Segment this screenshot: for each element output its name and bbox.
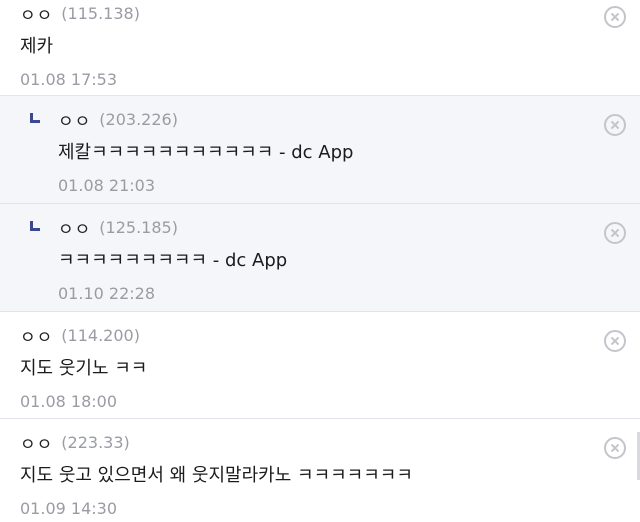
comment-date: 01.10 22:28 [58,284,155,303]
comment-item: ㅇㅇ (115.138) 제카 01.08 17:53 [0,0,640,96]
comment-nickname: ㅇㅇ [20,434,54,455]
comment-text: ㅋㅋㅋㅋㅋㅋㅋㅋㅋ - dc App [58,250,288,271]
comment-ip: (115.138) [61,3,140,23]
delete-comment-icon[interactable] [604,330,626,352]
comment-date: 01.08 21:03 [58,176,155,195]
comment-ip: (203.226) [99,109,178,129]
comment-text: 지도 웃기노 ㅋㅋ [20,358,148,379]
comment-item: ㅇㅇ (114.200) 지도 웃기노 ㅋㅋ 01.08 18:00 [0,312,640,419]
reply-arrow-icon [30,221,40,231]
comment-ip: (223.33) [61,432,130,452]
reply-item: ㅇㅇ (203.226) 제칼ㅋㅋㅋㅋㅋㅋㅋㅋㅋㅋㅋ - dc App 01.0… [0,96,640,204]
comment-author-row: ㅇㅇ (223.33) [20,431,640,455]
comment-author-row: ㅇㅇ (115.138) [20,2,640,26]
delete-comment-icon[interactable] [604,114,626,136]
comment-author-row: ㅇㅇ (203.226) [58,108,640,132]
comment-ip: (125.185) [99,217,178,237]
reply-arrow-icon [30,113,40,123]
comment-item: ㅇㅇ (223.33) 지도 웃고 있으면서 왜 웃지말라카노 ㅋㅋㅋㅋㅋㅋㅋ … [0,419,640,522]
comment-author-row: ㅇㅇ (125.185) [58,216,640,240]
comment-author-row: ㅇㅇ (114.200) [20,324,640,348]
comment-ip: (114.200) [61,325,140,345]
reply-item: ㅇㅇ (125.185) ㅋㅋㅋㅋㅋㅋㅋㅋㅋ - dc App 01.10 22… [0,204,640,312]
comment-text: 제칼ㅋㅋㅋㅋㅋㅋㅋㅋㅋㅋㅋ - dc App [58,142,354,163]
comment-date: 01.09 14:30 [20,499,117,518]
delete-comment-icon[interactable] [604,222,626,244]
comment-date: 01.08 17:53 [20,70,117,89]
comment-list: ㅇㅇ (115.138) 제카 01.08 17:53 ㅇㅇ (203.226)… [0,0,640,522]
comment-nickname: ㅇㅇ [20,5,54,26]
comment-nickname: ㅇㅇ [58,111,92,132]
comment-nickname: ㅇㅇ [20,327,54,348]
comment-date: 01.08 18:00 [20,392,117,411]
delete-comment-icon[interactable] [604,437,626,459]
comment-text: 제카 [20,36,54,57]
delete-comment-icon[interactable] [604,6,626,28]
comment-nickname: ㅇㅇ [58,219,92,240]
comment-text: 지도 웃고 있으면서 왜 웃지말라카노 ㅋㅋㅋㅋㅋㅋㅋ [20,465,413,486]
